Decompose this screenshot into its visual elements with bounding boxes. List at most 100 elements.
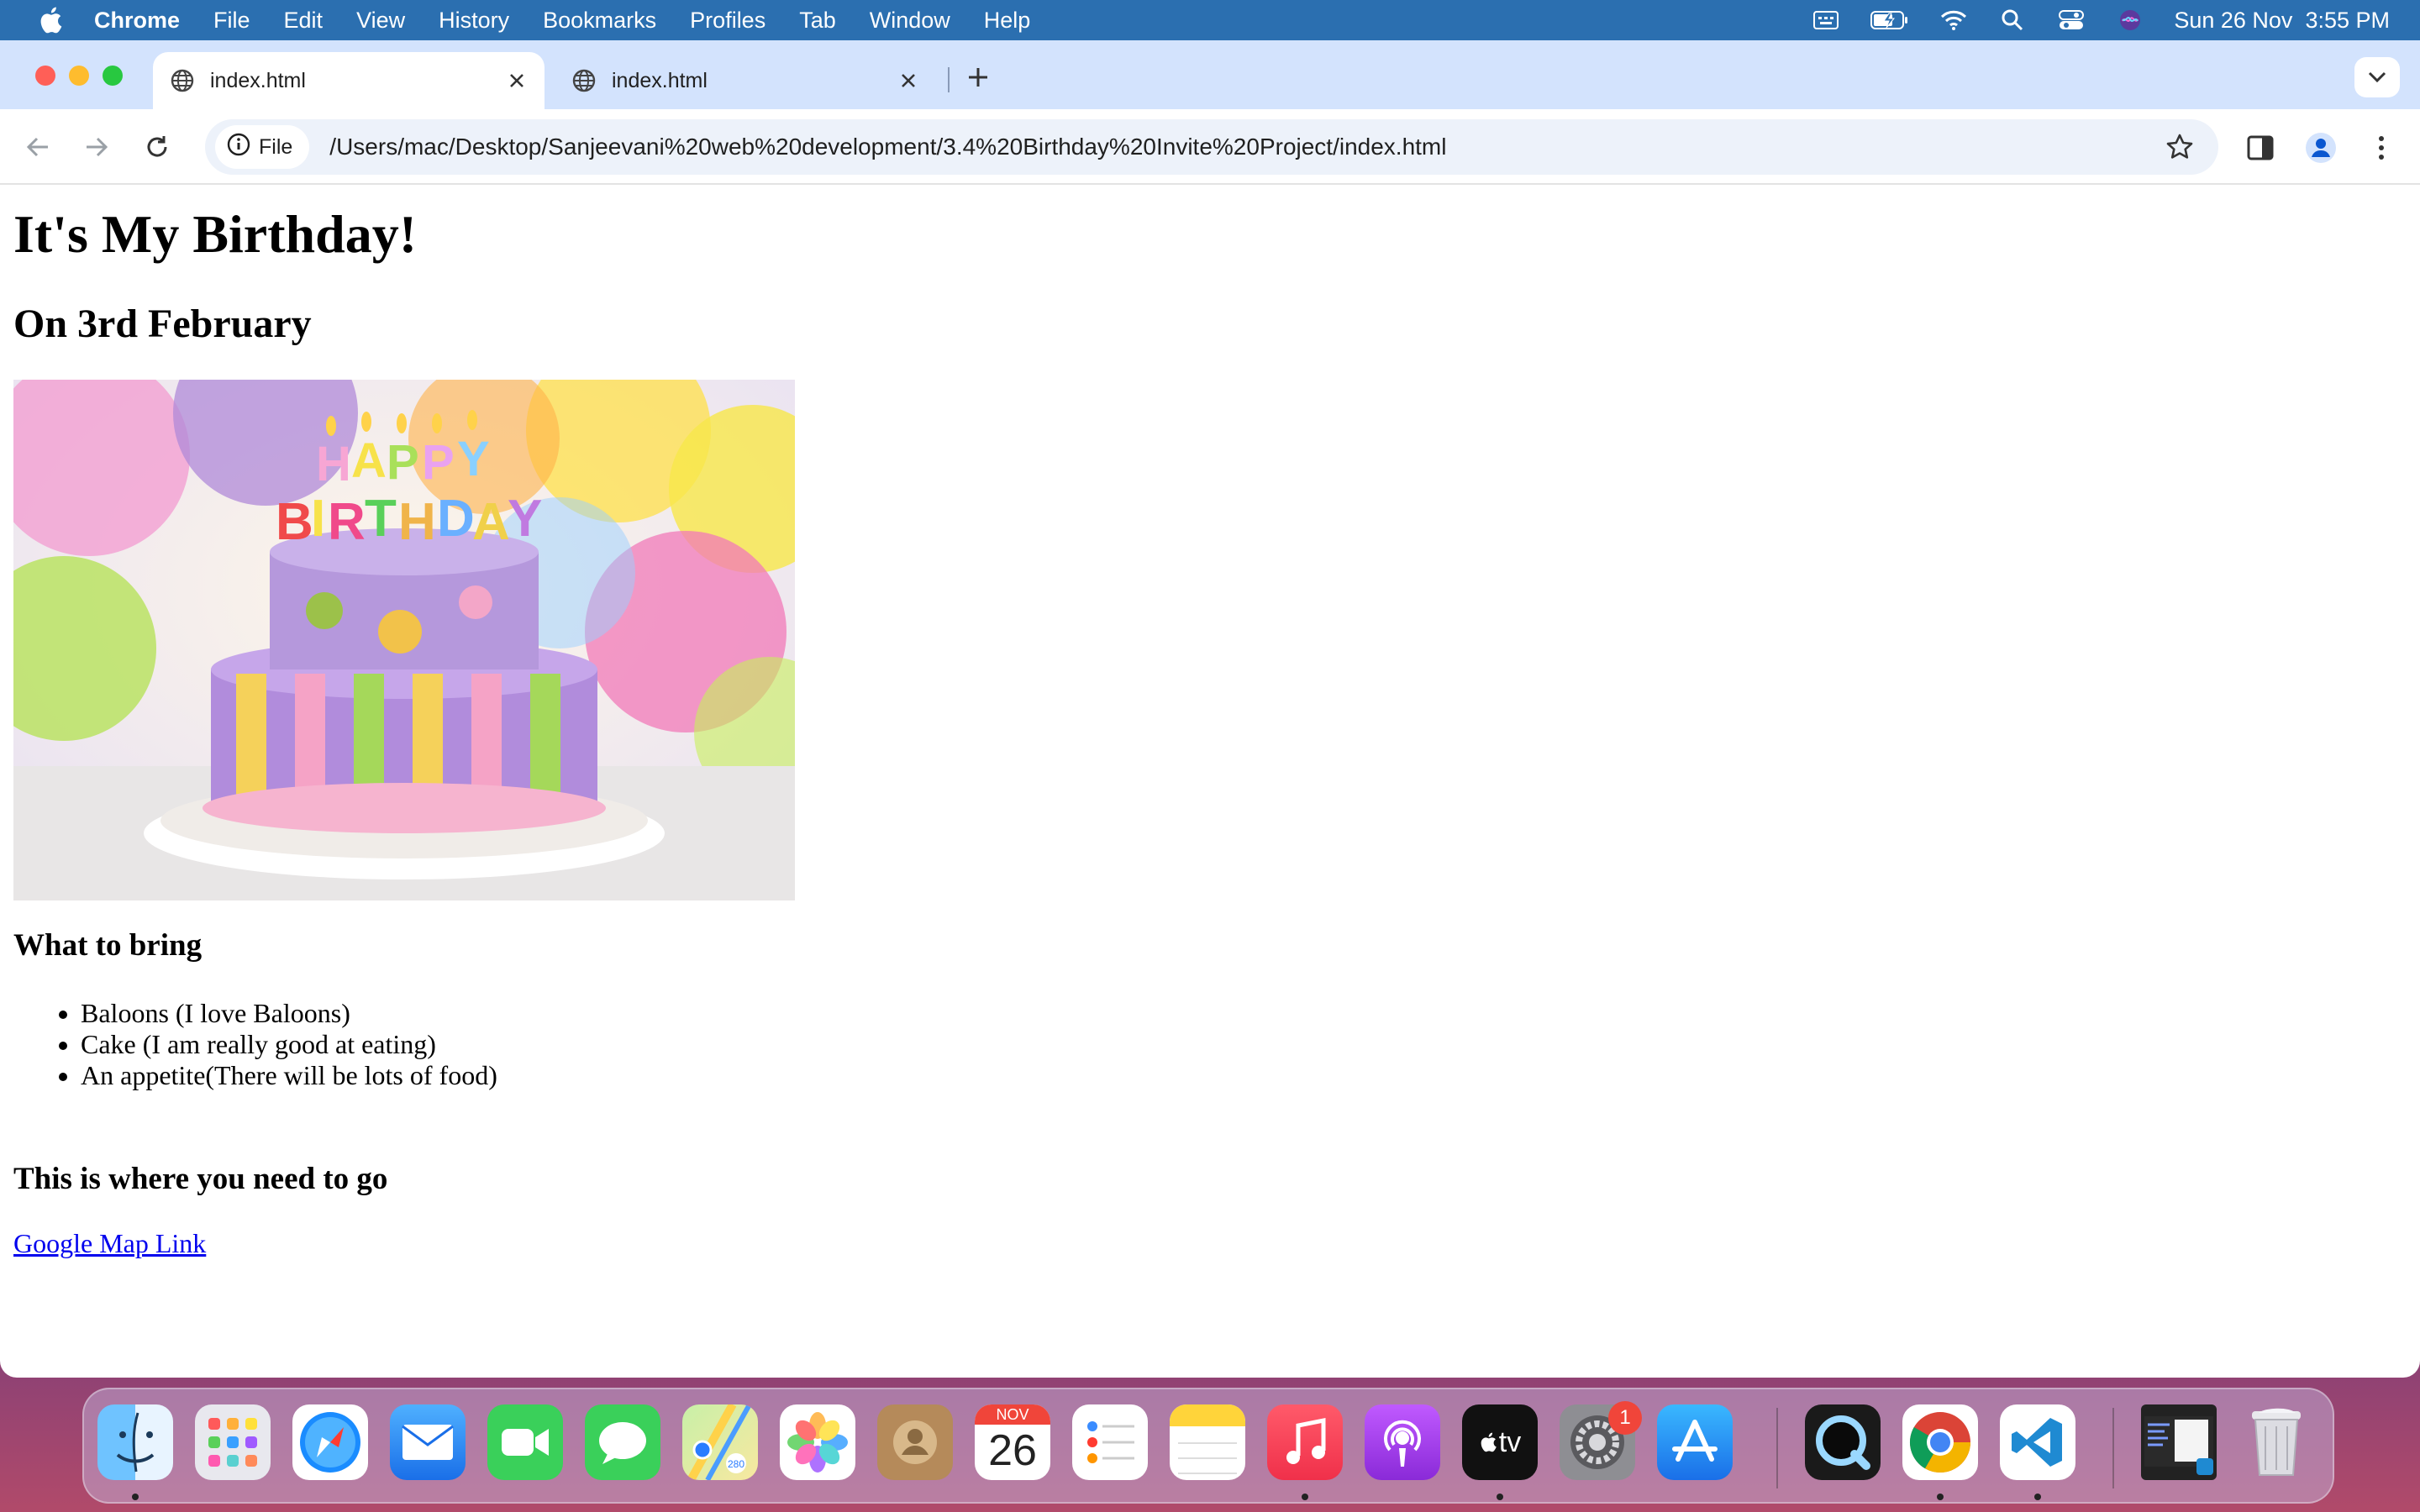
back-arrow-icon[interactable] [20, 129, 55, 165]
svg-text:R: R [328, 493, 366, 551]
wifi-icon[interactable] [1939, 8, 1969, 33]
finder-icon[interactable] [97, 1404, 173, 1480]
safari-icon[interactable] [292, 1404, 368, 1480]
running-indicator [1937, 1494, 1944, 1500]
tv-label: tv [1498, 1425, 1522, 1458]
menu-bookmarks[interactable]: Bookmarks [543, 8, 656, 34]
window-zoom-button[interactable] [103, 66, 123, 86]
quicktime-player-icon[interactable] [1805, 1404, 1881, 1480]
menu-help[interactable]: Help [984, 8, 1031, 34]
window-minimize-button[interactable] [69, 66, 89, 86]
menu-bar-status-area: Sun 26 Nov 3:55 PM [1811, 0, 2390, 40]
chrome-window: index.html index.html File /Users/mac/De… [0, 40, 2420, 1378]
list-item: Cake (I am really good at eating) [81, 1029, 497, 1060]
url-text[interactable]: /Users/mac/Desktop/Sanjeevani%20web%20de… [329, 134, 2163, 160]
svg-text:A: A [351, 433, 387, 488]
visual-studio-code-icon[interactable] [2000, 1404, 2075, 1480]
photos-icon[interactable] [780, 1404, 855, 1480]
menu-history[interactable]: History [439, 8, 509, 34]
info-icon [227, 133, 250, 162]
reminders-icon[interactable] [1072, 1404, 1148, 1480]
running-indicator [132, 1494, 139, 1500]
side-panel-icon[interactable] [2244, 131, 2277, 165]
svg-text:P: P [387, 435, 419, 490]
keyboard-input-icon[interactable] [1811, 8, 1841, 33]
new-tab-plus-icon[interactable] [963, 62, 993, 92]
where-to-go-heading: This is where you need to go [13, 1162, 388, 1196]
siri-icon[interactable] [2115, 8, 2145, 33]
dock-separator [2112, 1408, 2114, 1488]
dock-separator [1776, 1408, 1778, 1488]
menu-tab[interactable]: Tab [799, 8, 836, 34]
page-title: It's My Birthday! [13, 204, 417, 264]
tv-app-icon[interactable]: tv [1462, 1404, 1538, 1480]
browser-toolbar: File /Users/mac/Desktop/Sanjeevani%20web… [0, 109, 2420, 185]
calendar-day: 26 [988, 1426, 1037, 1475]
podcasts-icon[interactable] [1365, 1404, 1440, 1480]
calendar-icon[interactable]: NOV 26 [975, 1404, 1050, 1480]
google-chrome-icon[interactable] [1902, 1404, 1978, 1480]
messages-icon[interactable] [585, 1404, 660, 1480]
app-store-icon[interactable] [1657, 1404, 1733, 1480]
facetime-icon[interactable] [487, 1404, 563, 1480]
tab-separator [948, 67, 950, 92]
profile-avatar-icon[interactable] [2304, 131, 2338, 165]
svg-text:D: D [437, 490, 475, 548]
tab-index-inactive[interactable]: index.html [555, 52, 936, 109]
menu-file[interactable]: File [213, 8, 250, 34]
system-settings-icon[interactable]: 1 [1560, 1401, 1642, 1480]
trash-icon[interactable] [2238, 1404, 2314, 1480]
spotlight-search-icon[interactable] [1997, 8, 2028, 33]
more-menu-icon[interactable] [2365, 131, 2398, 165]
menu-app-name[interactable]: Chrome [94, 8, 180, 34]
menu-profiles[interactable]: Profiles [690, 8, 765, 34]
event-date: On 3rd February [13, 302, 312, 346]
svg-text:280: 280 [728, 1458, 744, 1470]
svg-text:H: H [398, 493, 436, 551]
list-item: Baloons (I love Baloons) [81, 998, 497, 1029]
tab-search-chevron-down-icon[interactable] [2354, 57, 2400, 97]
window-close-button[interactable] [35, 66, 55, 86]
bookmark-star-icon[interactable] [2163, 130, 2196, 164]
globe-icon [170, 68, 195, 93]
menu-bar: Chrome File Edit View History Bookmarks … [0, 0, 2420, 40]
menu-window[interactable]: Window [870, 8, 950, 34]
svg-text:P: P [422, 435, 455, 490]
notification-badge: 1 [1608, 1401, 1642, 1435]
svg-text:A: A [472, 493, 510, 551]
notes-icon[interactable] [1170, 1404, 1245, 1480]
contacts-icon[interactable] [877, 1404, 953, 1480]
music-icon[interactable] [1267, 1404, 1343, 1480]
tab-index-active[interactable]: index.html [153, 52, 544, 109]
site-info-chip[interactable]: File [215, 125, 310, 169]
menu-edit[interactable]: Edit [284, 8, 324, 34]
screenshot-preview-icon[interactable] [2141, 1404, 2217, 1480]
globe-icon [571, 68, 597, 93]
launchpad-icon[interactable] [195, 1404, 271, 1480]
menu-view[interactable]: View [356, 8, 405, 34]
list-item: An appetite(There will be lots of food) [81, 1060, 497, 1091]
battery-charging-icon[interactable] [1870, 8, 1910, 33]
menu-bar-clock[interactable]: Sun 26 Nov 3:55 PM [2174, 8, 2390, 34]
tab-title: index.html [210, 68, 306, 92]
svg-text:I: I [311, 490, 325, 548]
calendar-month: NOV [975, 1404, 1050, 1425]
address-bar[interactable]: File /Users/mac/Desktop/Sanjeevani%20web… [205, 119, 2218, 175]
tab-strip: index.html index.html [0, 40, 2420, 109]
svg-text:Y: Y [508, 490, 542, 548]
google-map-link[interactable]: Google Map Link [13, 1228, 206, 1259]
dock: 280 NOV 26 tv 1 [82, 1388, 2334, 1504]
web-page-content: It's My Birthday! On 3rd February H A P … [0, 186, 2420, 1378]
maps-icon[interactable]: 280 [682, 1404, 758, 1480]
reload-icon[interactable] [139, 129, 175, 165]
close-tab-icon[interactable] [504, 68, 529, 93]
running-indicator [1497, 1494, 1503, 1500]
forward-arrow-icon[interactable] [79, 129, 114, 165]
close-tab-icon[interactable] [896, 68, 921, 93]
birthday-cake-image: H A P P Y B I R T H D A Y [13, 380, 795, 900]
running-indicator [1302, 1494, 1308, 1500]
control-center-icon[interactable] [2056, 8, 2086, 33]
svg-text:Y: Y [457, 432, 490, 486]
mail-icon[interactable] [390, 1404, 466, 1480]
apple-menu-icon[interactable] [35, 5, 66, 35]
